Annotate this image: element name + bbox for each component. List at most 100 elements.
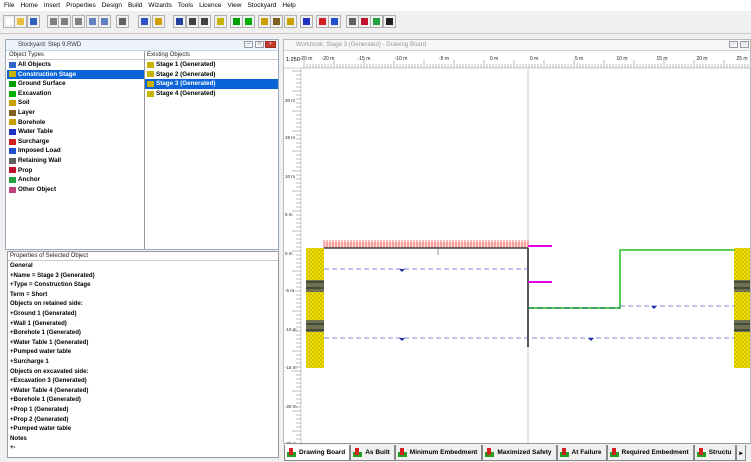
all-objects-icon	[9, 61, 16, 68]
object-type-label: Anchor	[18, 176, 41, 184]
result-tabs: Drawing Board As Built Minimum Embedment Ma…	[284, 443, 751, 462]
menu-stockyard[interactable]: Stockyard	[247, 2, 276, 9]
existing-object-item[interactable]: Stage 2 (Generated)	[145, 70, 278, 80]
existing-object-item[interactable]: Stage 3 (Generated)	[145, 79, 278, 89]
chart-icon[interactable]	[173, 15, 186, 28]
tab-structu[interactable]: Structu	[693, 445, 737, 461]
object-type-other-object[interactable]: Other Object	[7, 185, 144, 195]
stockyard-window: Stockyard: Step 9.RWD – □ × Object Types…	[5, 39, 279, 250]
redo-icon[interactable]	[98, 15, 111, 28]
object-type-ground-surface[interactable]: Ground Surface	[7, 79, 144, 89]
object-type-label: All Objects	[18, 61, 51, 68]
borehole-icon[interactable]	[284, 15, 297, 28]
property-line: General	[10, 262, 33, 269]
drawing-board-titlebar[interactable]: Workbook: Stage 3 (Generated) - Drawing …	[284, 40, 750, 51]
layer-icon[interactable]	[270, 15, 283, 28]
object-types-list: All Objects Construction Stage Ground Surf…	[7, 60, 144, 194]
menu-licence[interactable]: Licence	[199, 2, 221, 9]
x-axis-label: -20 m	[300, 56, 313, 62]
menu-build[interactable]: Build	[128, 2, 142, 9]
drawing-canvas[interactable]: 1:250 -20 m -20 m -15 m -10 m -5 m 0 m 0 m 5 m 1…	[284, 51, 750, 443]
tab-maximized-safety[interactable]: Maximized Safety	[482, 445, 557, 461]
y-axis-label: -15 m	[285, 365, 297, 370]
stockyard-titlebar[interactable]: Stockyard: Step 9.RWD – □ ×	[6, 40, 278, 51]
menu-design[interactable]: Design	[102, 2, 122, 9]
object-type-label: Imposed Load	[18, 147, 61, 155]
stage-icon[interactable]	[214, 15, 227, 28]
tab-drawing-board[interactable]: Drawing Board	[284, 445, 351, 461]
object-type-borehole[interactable]: Borehole	[7, 118, 144, 128]
copy-icon[interactable]	[58, 15, 71, 28]
save-icon[interactable]	[27, 15, 40, 28]
tab-chart-icon	[397, 448, 407, 457]
existing-object-item[interactable]: Stage 4 (Generated)	[145, 89, 278, 99]
open-icon[interactable]	[14, 15, 27, 28]
tab-chart-icon	[696, 448, 706, 457]
property-line: +Borehole 1 (Generated)	[10, 396, 81, 404]
object-type-all-objects[interactable]: All Objects	[7, 60, 144, 70]
object-type-surcharge[interactable]: Surcharge	[7, 137, 144, 147]
object-type-excavation[interactable]: Excavation	[7, 89, 144, 99]
existing-object-item[interactable]: Stage 1 (Generated)	[145, 60, 278, 70]
borehole-left	[306, 248, 324, 368]
object-type-retaining-wall[interactable]: Retaining Wall	[7, 156, 144, 166]
print-icon[interactable]	[116, 15, 129, 28]
layer-right-1	[734, 280, 750, 292]
x-axis-label: -10 m	[395, 56, 408, 62]
object-type-label: Prop	[18, 166, 33, 174]
y-axis-label: -5 m	[285, 288, 294, 293]
menu-file[interactable]: File	[4, 2, 14, 9]
help-icon[interactable]	[152, 15, 165, 28]
minimize-button[interactable]: –	[244, 41, 253, 48]
export-icon[interactable]	[198, 15, 211, 28]
anchor-icon[interactable]	[370, 15, 383, 28]
object-type-anchor[interactable]: Anchor	[7, 175, 144, 185]
prop-icon	[9, 167, 16, 174]
tab-as-built[interactable]: As Built	[350, 445, 395, 461]
paste-icon[interactable]	[72, 15, 85, 28]
property-line: +Name = Stage 3 (Generated)	[10, 271, 95, 279]
tab-chart-icon	[559, 448, 569, 457]
anchor-icon	[9, 176, 16, 183]
y-axis-label: 10 m	[285, 174, 295, 179]
x-axis-label: 10 m	[616, 56, 627, 62]
ground-surface-icon	[9, 80, 16, 87]
y-axis-label: -10 m	[285, 327, 297, 332]
tab-minimum-embedment[interactable]: Minimum Embedment	[394, 445, 483, 461]
object-type-imposed-load[interactable]: Imposed Load	[7, 146, 144, 156]
property-line: +Pumped water table	[10, 348, 72, 356]
imposed-load-icon	[9, 148, 16, 155]
object-type-construction-stage[interactable]: Construction Stage	[7, 69, 144, 80]
object-type-label: Excavation	[18, 89, 52, 97]
tab-at-failure[interactable]: At Failure	[556, 445, 607, 461]
tab-scroll-right-icon[interactable]: ▸	[736, 445, 746, 461]
tab-label: As Built	[365, 449, 390, 456]
close-button[interactable]: ×	[265, 41, 276, 48]
property-line: +Type = Construction Stage	[10, 281, 91, 289]
maximize-button[interactable]: □	[255, 41, 264, 48]
tab-required-embedment[interactable]: Required Embedment	[606, 445, 694, 461]
object-type-layer[interactable]: Layer	[7, 108, 144, 118]
stockyard-title: Stockyard: Step 9.RWD	[18, 42, 82, 48]
drawing-minimize-button[interactable]: –	[729, 41, 738, 48]
pointer-icon[interactable]	[383, 15, 396, 28]
water-table-icon[interactable]	[300, 15, 313, 28]
object-type-water-table[interactable]: Water Table	[7, 127, 144, 137]
excavation-icon[interactable]	[242, 15, 255, 28]
menu-tools[interactable]: Tools	[178, 2, 193, 9]
property-line: +Surcharge 1	[10, 357, 49, 365]
object-type-soil[interactable]: Soil	[7, 98, 144, 108]
menu-wizards[interactable]: Wizards	[148, 2, 171, 9]
object-type-prop[interactable]: Prop	[7, 166, 144, 176]
drawing-maximize-button[interactable]: □	[740, 41, 749, 48]
existing-object-label: Stage 4 (Generated)	[156, 89, 216, 97]
menu-home[interactable]: Home	[20, 2, 37, 9]
x-axis-label: 5 m	[575, 56, 583, 62]
layer-icon	[9, 109, 16, 116]
menu-insert[interactable]: Insert	[44, 2, 60, 9]
menu-help[interactable]: Help	[282, 2, 295, 9]
menu-view[interactable]: View	[228, 2, 242, 9]
info-icon[interactable]	[138, 15, 151, 28]
menu-properties[interactable]: Properties	[66, 2, 96, 9]
load-icon[interactable]	[328, 15, 341, 28]
